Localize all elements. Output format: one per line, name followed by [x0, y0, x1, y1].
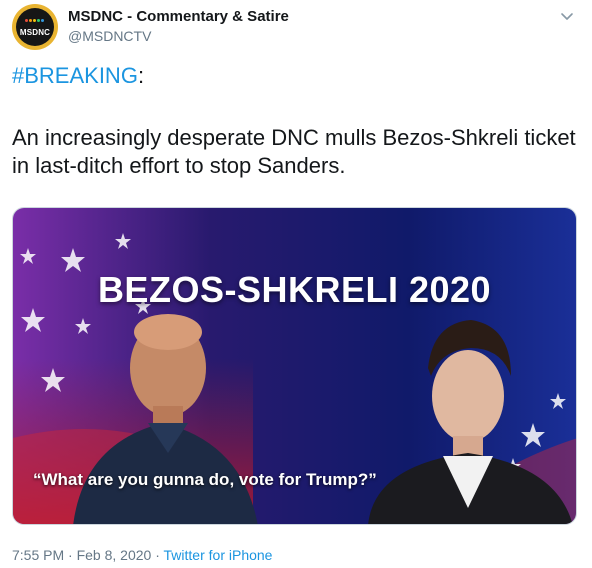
- author-handle[interactable]: @MSDNCTV: [68, 28, 151, 44]
- media-headline: BEZOS-SHKRELI 2020: [97, 269, 492, 310]
- author-display-name[interactable]: MSDNC - Commentary & Satire: [68, 8, 289, 25]
- meta-separator: ·: [64, 547, 77, 563]
- tweet-body: An increasingly desperate DNC mulls Bezo…: [12, 125, 576, 178]
- tweet-date[interactable]: Feb 8, 2020: [77, 547, 152, 563]
- hashtag-suffix: :: [137, 63, 145, 88]
- chevron-down-icon[interactable]: [558, 8, 576, 26]
- tweet-hashtag-line: #BREAKING:: [12, 62, 576, 90]
- tweet-time[interactable]: 7:55 PM: [12, 547, 64, 563]
- tweet-meta: 7:55 PM · Feb 8, 2020 · Twitter for iPho…: [12, 547, 272, 563]
- tweet-source-link[interactable]: Twitter for iPhone: [164, 547, 273, 563]
- tweet-media-image[interactable]: BEZOS-SHKRELI 2020 “What are you gunna d…: [12, 207, 577, 525]
- hashtag-link[interactable]: #BREAKING: [12, 63, 138, 88]
- meta-separator: ·: [151, 547, 164, 563]
- media-quote: “What are you gunna do, vote for Trump?”: [33, 470, 377, 489]
- avatar-dots: [25, 19, 45, 22]
- avatar[interactable]: MSDNC: [12, 4, 58, 50]
- avatar-logo-text: MSDNC: [19, 28, 51, 37]
